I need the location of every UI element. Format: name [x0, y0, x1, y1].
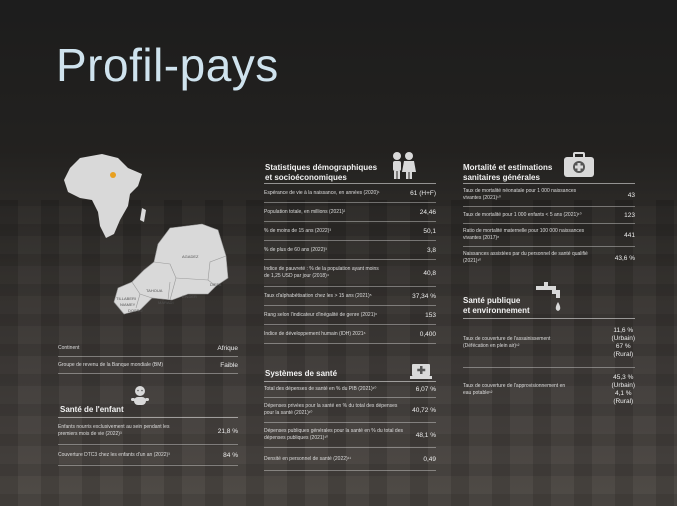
table-row: Taux de mortalité pour 1 000 enfants < 5… [463, 207, 635, 224]
water-values: 45,3 % (Urbain) 4,1 % (Rural) [611, 374, 635, 405]
mortality-title: Mortalité et estimations sanitaires géné… [463, 163, 553, 182]
table-row: Espérance de vie à la naissance, en anné… [264, 184, 436, 203]
child-row-breastfeeding: Enfants nourris exclusivement au sein pe… [58, 418, 238, 445]
public-health-title: Santé publique et environnement [463, 296, 530, 315]
child-health-table: Enfants nourris exclusivement au sein pe… [58, 417, 238, 466]
table-row: Taux de mortalité néonatale pour 1 000 n… [463, 184, 635, 207]
map-label-tillaberi: TILLABERI [116, 296, 136, 301]
table-row: Densité en personnel de santé (2022)¹¹ 0,… [264, 448, 436, 471]
child-health-title: Santé de l'enfant [60, 405, 124, 414]
table-row: Total des dépenses de santé en % du PIB … [264, 382, 436, 398]
table-row: Indice de développement humain (IDH) 202… [264, 325, 436, 344]
map-label-agadez: AGADEZ [182, 254, 199, 259]
map-label-tahoua: TAHOUA [146, 288, 163, 293]
public-health-table: Taux de couverture de l'assainissement (… [463, 318, 635, 412]
medical-kit-icon [563, 152, 595, 178]
table-row: Rang selon l'indicateur d'inégalité de g… [264, 306, 436, 325]
info-row-income-group: Groupe de revenu de la Banque mondiale (… [58, 357, 238, 374]
map-label-zinder: ZINDER [182, 294, 197, 299]
mortality-table: Taux de mortalité néonatale pour 1 000 n… [463, 183, 635, 269]
table-row: Ratio de mortalité maternelle pour 100 0… [463, 224, 635, 247]
niger-location-marker [110, 172, 116, 178]
health-systems-table: Total des dépenses de santé en % du PIB … [264, 381, 436, 471]
demographic-table: Espérance de vie à la naissance, en anné… [264, 183, 436, 344]
table-row: Taux d'alphabétisation chez les > 15 ans… [264, 287, 436, 306]
map-label-niamey: NIAMEY [120, 302, 136, 307]
info-row-continent: Continent Afrique [58, 340, 238, 357]
map-label-maradi: MARADI [158, 300, 174, 305]
table-row: % de moins de 15 ans (2022)³ 50,1 [264, 222, 436, 241]
demographic-title: Statistiques démographiques et socioécon… [265, 163, 378, 182]
health-systems-title: Systèmes de santé [265, 369, 338, 378]
table-row: Naissances assistées par du personnel de… [463, 251, 635, 264]
table-row: Dépenses publiques générales pour la san… [264, 423, 436, 448]
table-row: Indice de pauvreté : % de la population … [264, 260, 436, 287]
water-tap-icon [534, 282, 564, 318]
sanitation-values: 11,6 % (Urbain) 67 % (Rural) [611, 327, 635, 358]
family-icon [388, 150, 418, 180]
table-row: Population totale, en millions (2021)² 24… [264, 203, 436, 222]
table-row: Dépenses privées pour la santé en % du t… [264, 398, 436, 423]
baby-icon [128, 384, 152, 408]
child-row-dtc3: Couverture DTC3 chez les enfants d'un an… [58, 445, 238, 466]
table-row: Taux de couverture de l'assainissement (… [463, 319, 635, 368]
map-label-diffa: DIFFA [210, 282, 222, 287]
map-label-dosso: DOSSO [128, 308, 142, 313]
table-row: % de plus de 60 ans (2022)³ 3,8 [264, 241, 436, 260]
niger-map: AGADEZ DIFFA TAHOUA ZINDER TILLABERI NIA… [110, 222, 234, 322]
page-title: Profil-pays [56, 39, 279, 91]
medical-bed-icon [410, 362, 432, 380]
table-row: Taux de couverture de l'approvisionnemen… [463, 374, 635, 405]
country-info: Continent Afrique Groupe de revenu de la… [58, 340, 238, 374]
